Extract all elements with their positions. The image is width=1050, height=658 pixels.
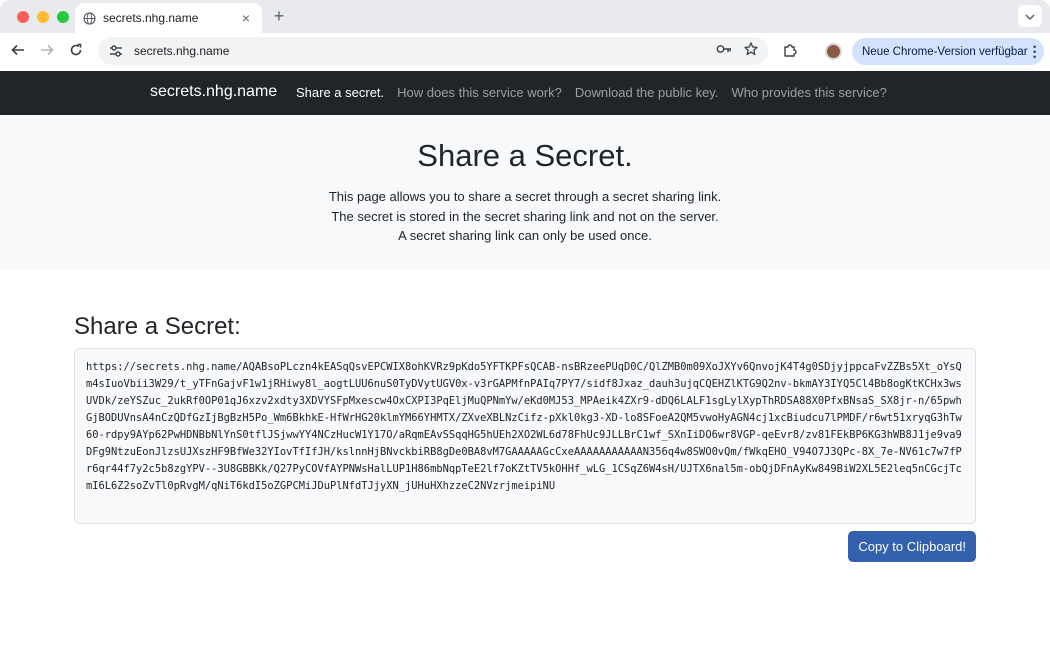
nav-link-share-secret[interactable]: Share a secret.: [296, 85, 384, 100]
window-controls: [17, 11, 69, 23]
site-navbar: secrets.nhg.name Share a secret. How doe…: [0, 71, 1050, 115]
password-key-icon[interactable]: [716, 42, 732, 60]
nav-links: Share a secret. How does this service wo…: [296, 85, 887, 100]
extensions-puzzle-icon[interactable]: [782, 43, 798, 64]
hero-section: Share a Secret. This page allows you to …: [0, 115, 1050, 270]
secret-link-box[interactable]: https://secrets.nhg.name/AQABsoPLczn4kEA…: [74, 348, 976, 524]
reload-button[interactable]: [66, 42, 86, 62]
secret-link-text[interactable]: https://secrets.nhg.name/AQABsoPLczn4kEA…: [86, 359, 964, 495]
nav-link-how-it-works[interactable]: How does this service work?: [397, 85, 562, 100]
browser-tab[interactable]: secrets.nhg.name ×: [75, 3, 262, 33]
profile-avatar[interactable]: [825, 43, 842, 60]
tab-search-button[interactable]: [1018, 5, 1042, 27]
zoom-window-button[interactable]: [57, 11, 69, 23]
chevron-down-icon: [1025, 7, 1035, 25]
section-title: Share a Secret:: [74, 313, 241, 340]
nav-link-provider[interactable]: Who provides this service?: [731, 85, 886, 100]
nav-link-public-key[interactable]: Download the public key.: [575, 85, 719, 100]
hero-line: This page allows you to share a secret t…: [328, 189, 722, 204]
update-label: Neue Chrome-Version verfügbar: [862, 45, 1028, 58]
copy-to-clipboard-button[interactable]: Copy to Clipboard!: [848, 531, 976, 562]
close-window-button[interactable]: [17, 11, 29, 23]
hero-description: This page allows you to share a secret t…: [0, 187, 1050, 246]
hero-line: The secret is stored in the secret shari…: [331, 208, 719, 224]
menu-kebab-icon[interactable]: ⋮: [1028, 43, 1042, 60]
browser-chrome: secrets.nhg.name × + secrets.nhg.name Ne…: [0, 0, 1050, 71]
browser-toolbar: secrets.nhg.name Neue Chrome-Version ver…: [0, 33, 1050, 71]
forward-button[interactable]: [37, 42, 57, 62]
main-content: Share a Secret: https://secrets.nhg.name…: [74, 270, 976, 562]
hero-title: Share a Secret.: [417, 138, 633, 173]
arrow-right-icon: [40, 43, 54, 62]
globe-icon: [83, 11, 96, 25]
hero-line: A secret sharing link can only be used o…: [398, 228, 652, 243]
site-info-icon[interactable]: [108, 45, 124, 57]
tab-title: secrets.nhg.name: [103, 11, 199, 25]
bookmark-star-icon[interactable]: [744, 41, 758, 61]
tab-strip: secrets.nhg.name × +: [0, 0, 1050, 33]
new-tab-button[interactable]: +: [270, 6, 288, 27]
chrome-update-button[interactable]: Neue Chrome-Version verfügbar ⋮: [852, 38, 1044, 65]
tab-close-icon[interactable]: ×: [238, 10, 254, 26]
reload-icon: [69, 43, 83, 62]
site-brand[interactable]: secrets.nhg.name: [150, 83, 277, 101]
url-text[interactable]: secrets.nhg.name: [134, 44, 716, 58]
address-bar[interactable]: secrets.nhg.name: [98, 37, 768, 65]
back-button[interactable]: [8, 42, 28, 62]
minimize-window-button[interactable]: [37, 11, 49, 23]
arrow-left-icon: [11, 43, 25, 62]
